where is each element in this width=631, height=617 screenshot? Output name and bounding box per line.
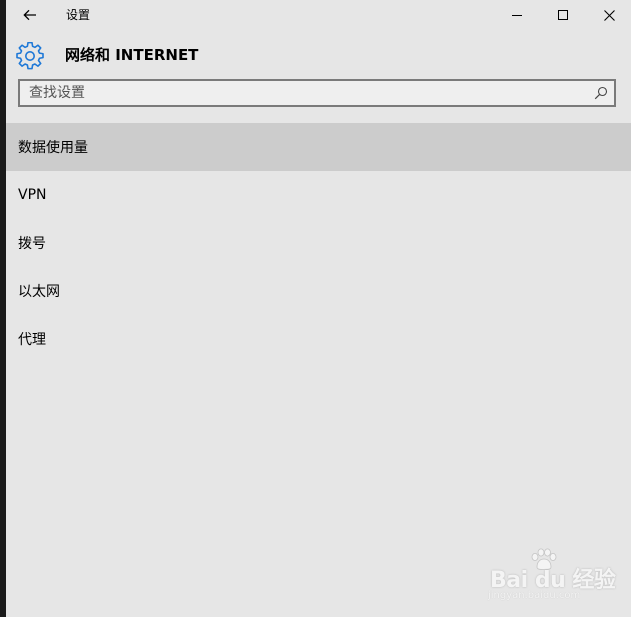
- close-button[interactable]: [586, 0, 631, 30]
- gear-icon: [16, 42, 44, 70]
- nav-item-label: 代理: [18, 332, 46, 348]
- arrow-left-icon: [23, 9, 36, 21]
- settings-window: 设置 网络和 INTERNET 查找设置 数据使用量 VPN 拨号 以太网 代理…: [6, 0, 631, 617]
- maximize-icon: [558, 10, 568, 20]
- search-box[interactable]: [18, 79, 616, 107]
- nav-item-dial-up[interactable]: 拨号: [6, 219, 631, 267]
- nav-item-vpn[interactable]: VPN: [6, 171, 631, 219]
- maximize-button[interactable]: [540, 0, 586, 30]
- nav-item-data-usage[interactable]: 数据使用量: [6, 123, 631, 171]
- minimize-button[interactable]: [494, 0, 540, 30]
- nav-item-proxy[interactable]: 代理: [6, 315, 631, 363]
- title-bar: 设置: [6, 0, 631, 30]
- search-icon[interactable]: [594, 86, 608, 100]
- nav-item-label: 以太网: [18, 284, 60, 300]
- close-icon: [603, 9, 615, 21]
- watermark-url: jingyan.baidu.com: [488, 590, 581, 601]
- nav-item-label: VPN: [18, 187, 47, 203]
- settings-nav-list: 数据使用量 VPN 拨号 以太网 代理: [6, 123, 631, 363]
- window-title: 设置: [66, 8, 91, 22]
- nav-item-label: 拨号: [18, 236, 46, 252]
- minimize-icon: [512, 15, 522, 16]
- back-button[interactable]: [16, 2, 44, 28]
- page-title: 网络和 INTERNET: [65, 46, 199, 64]
- page-header: 网络和 INTERNET: [6, 38, 631, 74]
- nav-item-label: 数据使用量: [18, 140, 88, 156]
- baidu-jingyan-watermark: Bai du 经验 jingyan.baidu.com: [484, 548, 616, 608]
- nav-item-ethernet[interactable]: 以太网: [6, 267, 631, 315]
- search-input[interactable]: [20, 81, 590, 105]
